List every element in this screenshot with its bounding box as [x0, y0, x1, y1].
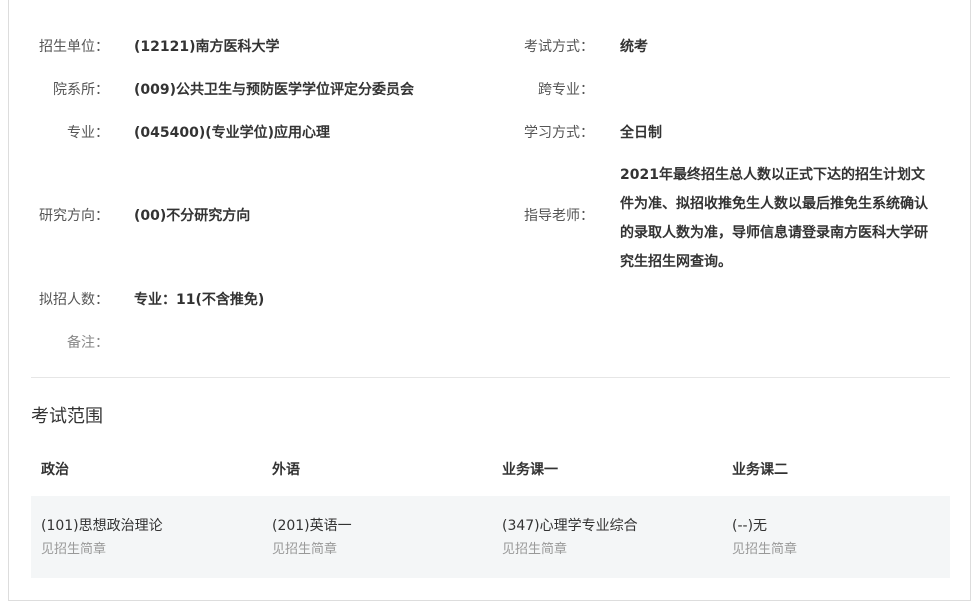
- exam-subject-politics: (101)思想政治理论: [41, 518, 163, 534]
- exam-subject-course-two: (--)无: [732, 518, 768, 534]
- direction-value: (00)不分研究方向: [134, 208, 251, 224]
- exam-note-foreign-language: 见招生简章: [272, 542, 338, 557]
- quota-value: 专业：11(不含推免): [134, 292, 265, 308]
- exam-cell-course-one: (347)心理学专业综合 见招生简章: [502, 516, 638, 560]
- remark-label: 备注：: [67, 335, 109, 351]
- exam-cell-course-two: (--)无 见招生简章: [732, 516, 797, 560]
- unit-label: 招生单位：: [39, 39, 109, 55]
- major-label: 专业：: [67, 125, 109, 141]
- dept-value: (009)公共卫生与预防医学学位评定分委员会: [134, 82, 415, 98]
- exam-header-foreign-language: 外语: [272, 462, 300, 478]
- exam-subject-course-one: (347)心理学专业综合: [502, 518, 638, 534]
- study-mode-label: 学习方式：: [524, 125, 594, 141]
- exam-mode-label: 考试方式：: [524, 39, 594, 55]
- exam-subject-foreign-language: (201)英语一: [272, 518, 352, 534]
- exam-header-politics: 政治: [41, 462, 69, 478]
- unit-value: (12121)南方医科大学: [134, 39, 280, 55]
- exam-mode-value: 统考: [620, 39, 648, 55]
- exam-scope-row: (101)思想政治理论 见招生简章 (201)英语一 见招生简章 (347)心理…: [31, 496, 950, 578]
- direction-label: 研究方向：: [39, 208, 109, 224]
- cross-major-label: 跨专业：: [538, 82, 594, 98]
- major-value: (045400)(专业学位)应用心理: [134, 125, 331, 141]
- supervisor-label: 指导老师：: [524, 208, 594, 224]
- dept-label: 院系所：: [53, 82, 109, 98]
- supervisor-value: 2021年最终招生总人数以正式下达的招生计划文件为准、拟招收推免生人数以最后推免…: [620, 167, 928, 270]
- study-mode-value: 全日制: [620, 125, 662, 141]
- exam-cell-foreign-language: (201)英语一 见招生简章: [272, 516, 352, 560]
- section-divider: [31, 377, 950, 378]
- exam-note-politics: 见招生简章: [41, 542, 107, 557]
- exam-header-course-one: 业务课一: [502, 462, 558, 478]
- program-detail-panel: 招生单位： (12121)南方医科大学 考试方式： 统考 院系所： (009)公…: [8, 0, 971, 601]
- exam-cell-politics: (101)思想政治理论 见招生简章: [41, 516, 163, 560]
- exam-note-course-two: 见招生简章: [732, 542, 798, 557]
- exam-note-course-one: 见招生简章: [502, 542, 568, 557]
- quota-label: 拟招人数：: [39, 292, 109, 308]
- exam-scope-title: 考试范围: [31, 406, 103, 427]
- exam-header-course-two: 业务课二: [732, 462, 788, 478]
